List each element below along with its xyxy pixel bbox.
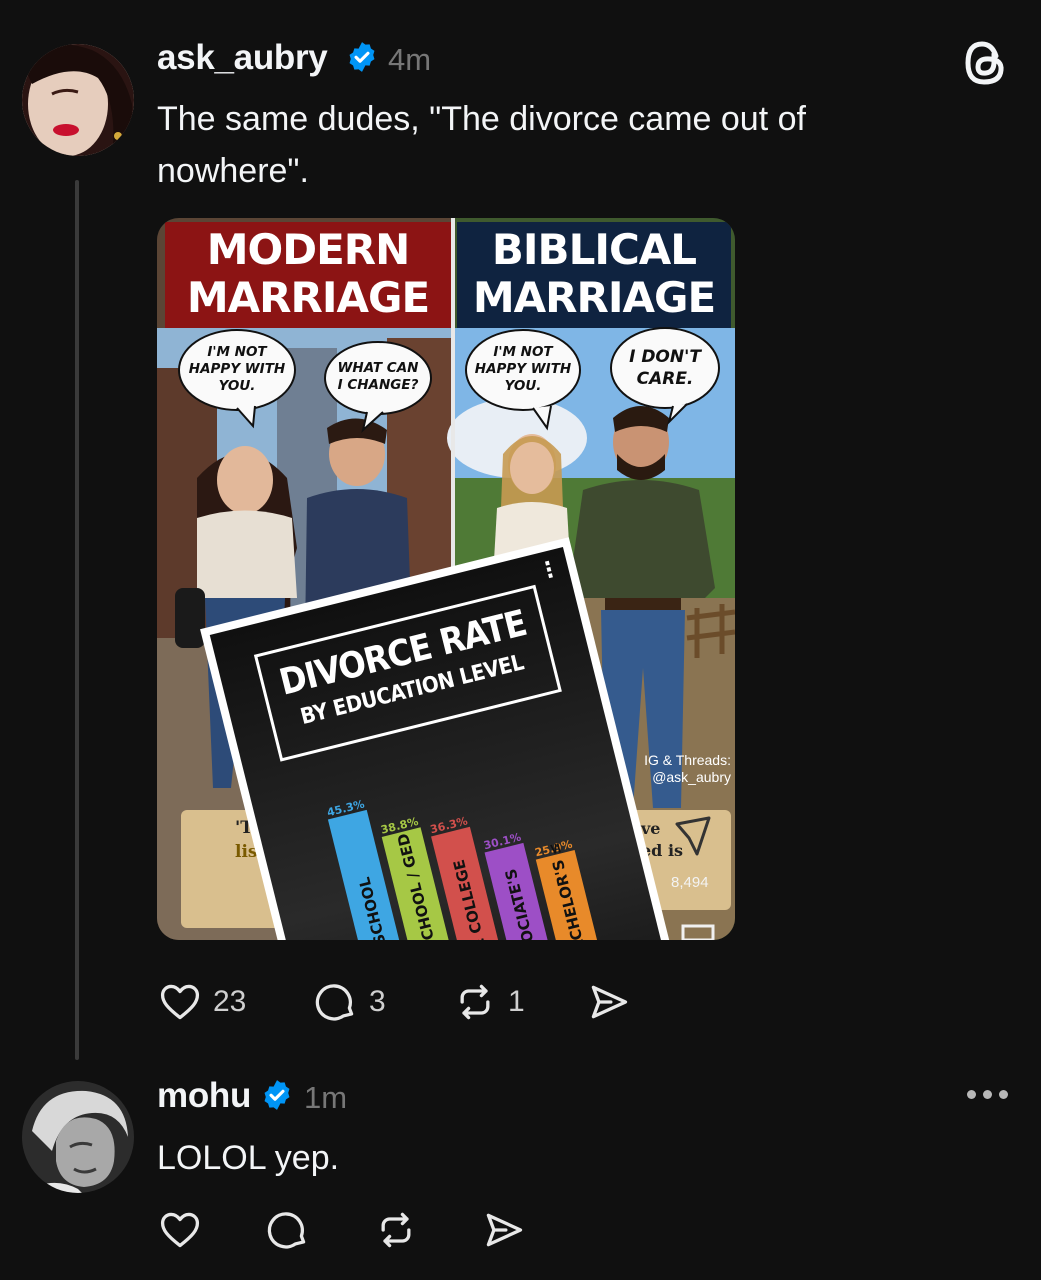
thread-line	[75, 180, 79, 1060]
reply-text: LOLOL yep.	[157, 1139, 340, 1177]
reply-like-button[interactable]	[157, 1208, 203, 1252]
heart-icon	[160, 984, 200, 1020]
post-time: 4m	[388, 42, 432, 77]
left-title-line-1: MODERN	[206, 225, 411, 274]
repost-icon	[460, 984, 490, 1020]
post-text-line-1: The same dudes, "The divorce came out of	[157, 100, 806, 138]
threads-logo-icon[interactable]	[962, 38, 1008, 88]
scroll-line: ve	[641, 819, 661, 838]
like-count: 23	[213, 985, 247, 1018]
bubble-line: YOU.	[218, 378, 256, 394]
repost-button[interactable]: 1	[452, 980, 525, 1024]
like-button[interactable]: 23	[157, 980, 246, 1024]
left-title-line-2: MARRIAGE	[186, 273, 430, 322]
send-icon	[591, 985, 628, 1019]
reply-share-button[interactable]	[481, 1208, 527, 1252]
bubble-line: YOU.	[504, 378, 542, 394]
comment-icon	[315, 984, 354, 1021]
reply-button[interactable]: 3	[313, 980, 386, 1024]
post-username[interactable]: ask_aubry	[157, 38, 328, 78]
reply-count: 3	[369, 985, 386, 1018]
comment-icon	[267, 1212, 306, 1249]
watermark-line: @ask_aubry	[652, 769, 731, 785]
reply-time: 1m	[304, 1080, 348, 1115]
verified-badge-icon	[349, 42, 375, 72]
share-button[interactable]	[586, 980, 632, 1024]
right-title-line-1: BIBLICAL	[491, 225, 697, 274]
watermark-line: IG & Threads:	[644, 752, 731, 768]
reply-repost-button[interactable]	[373, 1208, 419, 1252]
bubble-line: HAPPY WITH	[188, 361, 286, 377]
reply-username[interactable]: mohu	[157, 1076, 251, 1116]
repost-icon	[381, 1212, 411, 1248]
card-menu-icon[interactable]: ⋮	[535, 555, 563, 586]
bubble-text-biblical-woman: I'M NOT HAPPY WITH YOU.	[466, 344, 580, 395]
right-title: BIBLICAL MARRIAGE	[457, 226, 731, 322]
bubble-text-modern-woman: I'M NOT HAPPY WITH YOU.	[179, 344, 295, 395]
bubble-line: I DON'T	[629, 347, 701, 367]
bubble-line: I'M NOT	[493, 344, 553, 360]
scroll-count: 8,494	[671, 874, 709, 891]
left-title: MODERN MARRIAGE	[165, 226, 451, 322]
avatar-ask-aubry[interactable]	[22, 44, 134, 156]
image-watermark: IG & Threads: @ask_aubry	[644, 752, 731, 786]
bubble-line: I CHANGE?	[337, 377, 419, 393]
bubble-line: HAPPY WITH	[474, 361, 572, 377]
right-title-line-2: MARRIAGE	[472, 273, 716, 322]
post-text-line-2: nowhere".	[157, 152, 309, 190]
send-icon	[486, 1213, 523, 1247]
heart-icon	[160, 1212, 200, 1248]
repost-count: 1	[508, 985, 525, 1018]
reply-reply-button[interactable]	[265, 1208, 311, 1252]
post-image[interactable]: MODERN MARRIAGE BIBLICAL MARRIAGE I'M NO…	[157, 218, 735, 940]
bubble-line: WHAT CAN	[337, 360, 419, 376]
bubble-line: CARE.	[636, 369, 694, 389]
verified-badge-icon	[264, 1080, 290, 1110]
avatar-mohu[interactable]	[22, 1081, 134, 1193]
bubble-text-biblical-man: I DON'T CARE.	[611, 346, 719, 390]
bubble-line: I'M NOT	[207, 344, 267, 360]
more-icon[interactable]	[967, 1090, 1008, 1099]
bubble-text-modern-man: WHAT CAN I CHANGE?	[325, 360, 431, 394]
